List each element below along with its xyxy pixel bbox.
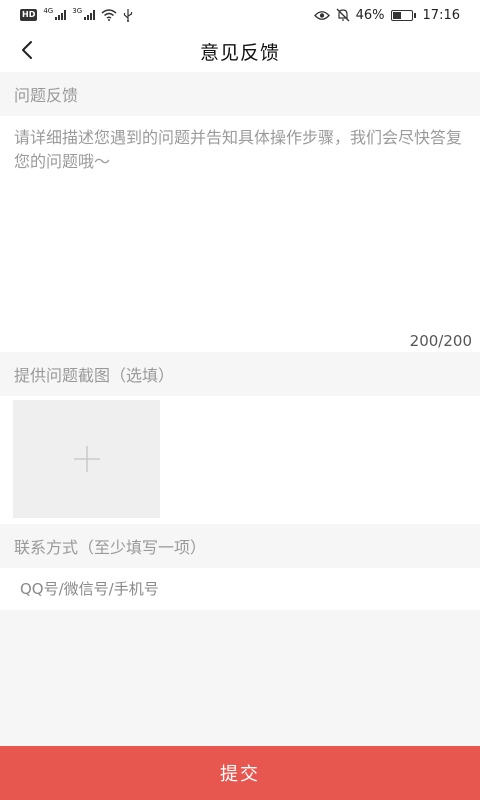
back-button[interactable] [12, 35, 42, 65]
blank-area [0, 610, 480, 746]
signal-icon [55, 10, 67, 20]
hd-badge: HD [20, 9, 38, 21]
status-left: HD 4G 3G [20, 7, 133, 22]
feedback-input[interactable] [14, 126, 470, 326]
battery-percent: 46% [355, 7, 385, 23]
upload-area [0, 396, 480, 524]
network-label-1: 4G [43, 7, 54, 15]
chevron-left-icon [22, 41, 32, 59]
usb-icon [124, 8, 133, 22]
wifi-icon [101, 9, 117, 21]
signal-icon-2 [84, 10, 96, 20]
contact-section-label: 联系方式（至少填写一项） [0, 524, 480, 568]
battery-icon [390, 9, 416, 21]
mute-icon [336, 8, 350, 22]
status-bar: HD 4G 3G 46% 17:16 [0, 0, 480, 30]
char-count: 200/200 [409, 332, 472, 350]
add-screenshot-button[interactable] [13, 400, 160, 518]
status-right: 46% 17:16 [313, 7, 460, 23]
contact-area [0, 568, 480, 610]
eye-icon [313, 10, 330, 20]
network-label-2: 3G [72, 7, 83, 15]
submit-button[interactable]: 提交 [0, 746, 480, 800]
status-time: 17:16 [422, 7, 460, 23]
contact-input[interactable] [20, 568, 460, 610]
feedback-section-label: 问题反馈 [0, 72, 480, 116]
page-title: 意见反馈 [199, 41, 280, 64]
plus-icon [73, 446, 100, 472]
feedback-area: 200/200 [0, 116, 480, 352]
screenshot-section-label: 提供问题截图（选填） [0, 352, 480, 396]
nav-bar: 意见反馈 [0, 30, 480, 72]
